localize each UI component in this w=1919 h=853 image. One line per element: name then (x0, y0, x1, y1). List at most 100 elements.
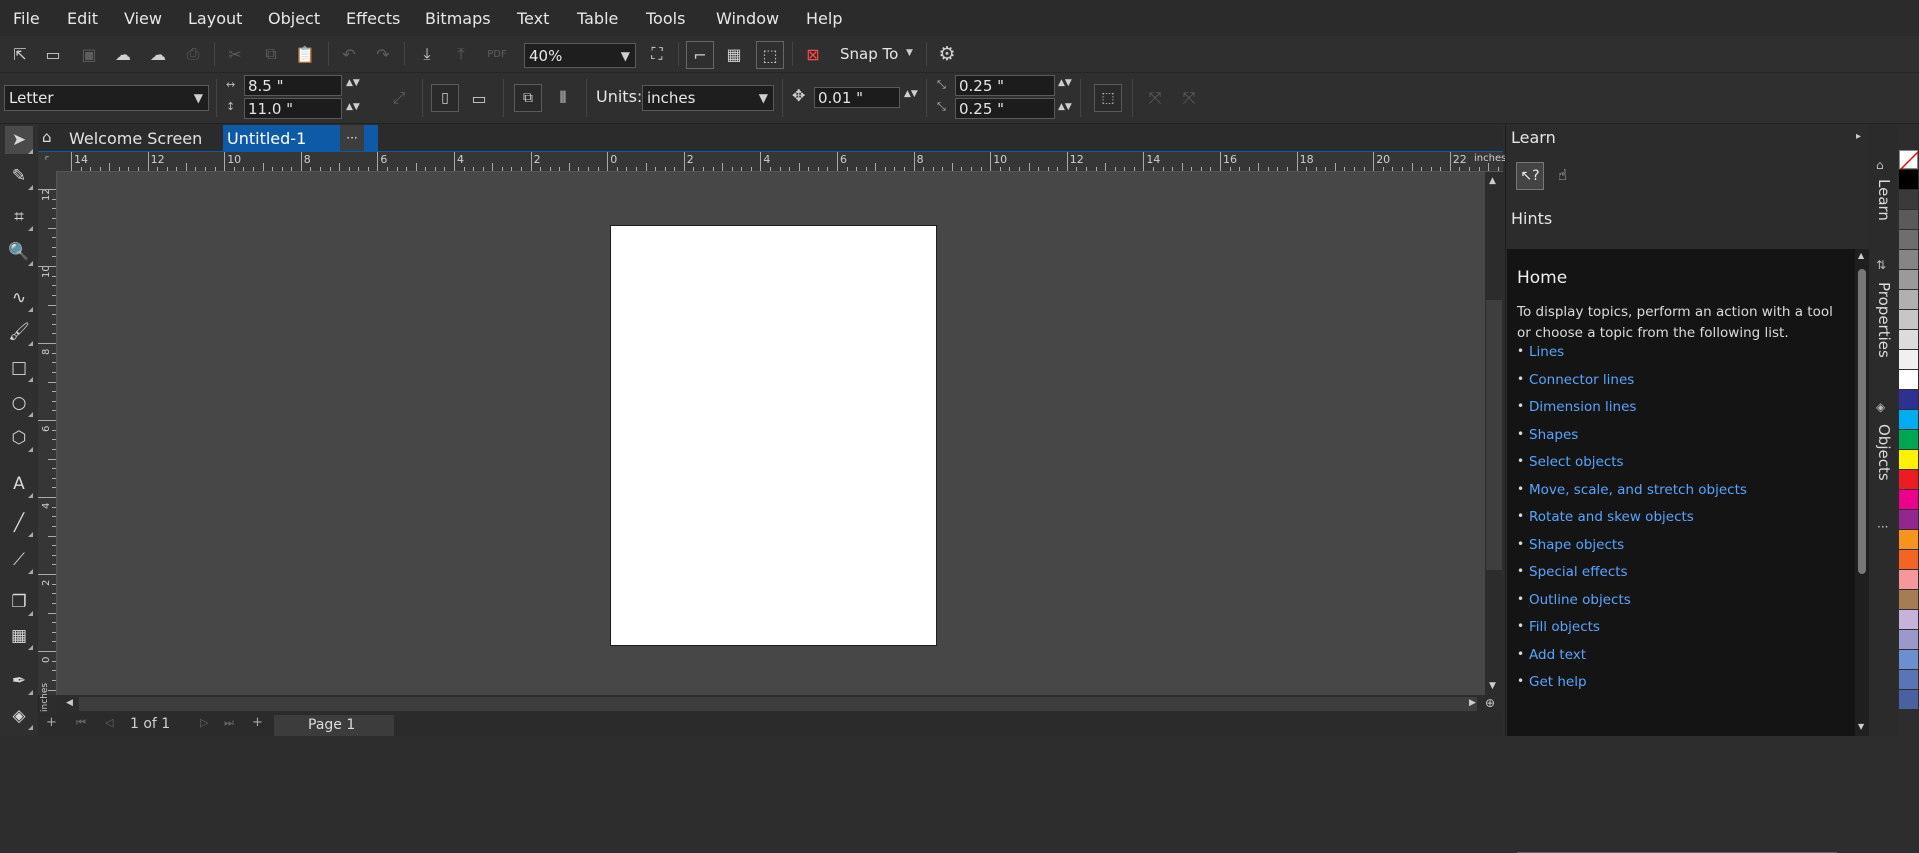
side-tab-learn[interactable]: Learn (1875, 179, 1893, 221)
polygon-tool-icon[interactable]: ⬡ (5, 424, 33, 452)
save-icon[interactable]: ▣ (76, 41, 102, 67)
tab-welcome-screen[interactable]: Welcome Screen (69, 129, 202, 148)
topic-link[interactable]: Select objects (1529, 454, 1624, 470)
color-swatch[interactable] (1899, 330, 1918, 349)
no-color-swatch[interactable] (1899, 150, 1919, 170)
side-tab-objects[interactable]: Objects (1875, 424, 1893, 481)
scroll-right-icon[interactable]: ▶ (1469, 698, 1476, 708)
color-swatch[interactable] (1899, 670, 1918, 689)
page-tab[interactable]: Page 1 (274, 715, 394, 736)
menu-object[interactable]: Object (268, 9, 320, 28)
menu-window[interactable]: Window (716, 9, 779, 28)
vertical-ruler[interactable]: 12 10 8 6 4 2 0 (38, 171, 57, 695)
color-swatch[interactable] (1899, 230, 1918, 249)
snap-settings-icon[interactable]: ⤧ (1142, 85, 1168, 111)
vertical-scrollbar[interactable]: ▲ ▼ (1485, 172, 1503, 695)
topic-link[interactable]: Rotate and skew objects (1529, 509, 1694, 525)
snap-to-dropdown[interactable]: Snap To (840, 45, 898, 63)
page-border-icon[interactable]: ⬚ (1094, 84, 1122, 112)
home-icon[interactable]: ⌂ (42, 128, 52, 146)
artistic-media-tool-icon[interactable]: 🖌 (5, 318, 33, 346)
hints-icon[interactable]: ↖? (1516, 162, 1544, 190)
menu-layout[interactable]: Layout (188, 9, 242, 28)
transparency-tool-icon[interactable]: ▦ (5, 622, 33, 650)
cloud-download-icon[interactable]: ☁ (110, 41, 136, 67)
show-rulers-icon[interactable]: ⌐ (686, 41, 714, 69)
color-swatch[interactable] (1899, 510, 1918, 529)
ellipse-tool-icon[interactable]: ○ (5, 389, 33, 417)
horizontal-scrollbar[interactable]: ◀ ▶ ⊕ (57, 695, 1503, 713)
menu-bitmaps[interactable]: Bitmaps (425, 9, 491, 28)
page-width-field[interactable]: 8.5 " (244, 75, 342, 96)
color-swatch[interactable] (1899, 590, 1918, 609)
color-swatch[interactable] (1899, 250, 1918, 269)
docker-collapse-icon[interactable]: ▸ (1856, 131, 1861, 142)
duplicate-y-spinner[interactable]: ▲▼ (1058, 103, 1072, 112)
topic-link[interactable]: Move, scale, and stretch objects (1529, 482, 1747, 498)
tutorials-icon[interactable]: ☝ (1558, 166, 1567, 184)
height-spinner[interactable]: ▲▼ (346, 103, 360, 112)
color-swatch[interactable] (1899, 470, 1918, 489)
horizontal-ruler[interactable]: 14 12 10 8 6 4 2 0 2 4 6 8 10 12 14 16 18 20 22 (56, 152, 1503, 172)
copy-icon[interactable]: ⧉ (258, 41, 284, 67)
color-swatch[interactable] (1899, 550, 1918, 569)
next-page-icon[interactable]: ▷ (200, 716, 208, 729)
menu-file[interactable]: File (13, 9, 40, 28)
drop-shadow-tool-icon[interactable]: ❐ (5, 588, 33, 616)
color-swatch[interactable] (1899, 530, 1918, 549)
scroll-down-icon[interactable]: ▼ (1489, 681, 1496, 691)
current-page-size-icon[interactable]: ⫴ (550, 85, 576, 111)
treat-as-filled-icon[interactable]: ⤧ (1176, 85, 1202, 111)
import-icon[interactable]: ⤓ (414, 41, 440, 67)
color-swatch[interactable] (1899, 690, 1918, 709)
paste-icon[interactable]: 📋 (292, 41, 318, 67)
units-select[interactable]: inches ▼ (642, 85, 774, 111)
zoom-navigator-icon[interactable]: ⊕ (1485, 696, 1495, 710)
freehand-tool-icon[interactable]: ∿ (5, 284, 33, 312)
menu-edit[interactable]: Edit (67, 9, 98, 28)
width-spinner[interactable]: ▲▼ (346, 79, 360, 88)
cut-icon[interactable]: ✂ (222, 41, 248, 67)
color-swatch[interactable] (1899, 270, 1918, 289)
full-screen-preview-icon[interactable]: ⛶ (644, 41, 670, 67)
topic-link[interactable]: Special effects (1529, 564, 1628, 580)
all-pages-icon[interactable]: ⤢ (386, 85, 412, 111)
color-swatch[interactable] (1899, 310, 1918, 329)
docker-scrollbar[interactable]: ▲ ▼ (1855, 249, 1870, 736)
options-gear-icon[interactable]: ⚙ (934, 41, 960, 67)
topic-link[interactable]: Dimension lines (1529, 399, 1636, 415)
color-swatch[interactable] (1899, 650, 1918, 669)
topic-link[interactable]: Get help (1529, 674, 1587, 690)
show-guidelines-icon[interactable]: ⬚ (756, 41, 784, 69)
vertical-scroll-thumb[interactable] (1486, 300, 1502, 570)
docker-scroll-thumb[interactable] (1858, 269, 1866, 574)
zoom-level-combo[interactable]: 40% ▼ (524, 43, 636, 68)
topic-link[interactable]: Outline objects (1529, 592, 1631, 608)
topic-link[interactable]: Lines (1529, 344, 1564, 360)
color-swatch[interactable] (1899, 370, 1918, 389)
text-tool-icon[interactable]: A (5, 470, 33, 498)
parallel-dimension-tool-icon[interactable]: ╱ (5, 509, 33, 537)
add-page-icon[interactable]: + (46, 715, 57, 730)
nudge-distance-field[interactable]: 0.01 " (814, 87, 900, 108)
topic-link[interactable]: Shapes (1529, 427, 1578, 443)
all-pages-size-icon[interactable]: ⧉ (514, 84, 542, 112)
menu-help[interactable]: Help (806, 9, 842, 28)
interactive-fill-tool-icon[interactable]: ◈ (5, 702, 33, 730)
page-size-select[interactable]: Letter ▼ (4, 85, 209, 111)
duplicate-distance-y-field[interactable]: 0.25 " (955, 98, 1055, 119)
color-swatch[interactable] (1899, 190, 1918, 209)
undo-icon[interactable]: ↶ (336, 41, 362, 67)
crop-tool-icon[interactable]: ⌗ (5, 203, 33, 231)
print-icon[interactable]: ⎙ (180, 41, 206, 67)
zoom-tool-icon[interactable]: 🔍 (5, 238, 33, 266)
rectangle-tool-icon[interactable]: □ (5, 354, 33, 382)
scroll-up-icon[interactable]: ▲ (1858, 251, 1864, 260)
topic-link[interactable]: Shape objects (1529, 537, 1624, 553)
connector-tool-icon[interactable]: ⟋ (5, 546, 33, 574)
scroll-left-icon[interactable]: ◀ (66, 698, 73, 708)
new-document-icon[interactable]: ⇱ (7, 41, 33, 67)
color-swatch[interactable] (1899, 290, 1918, 309)
show-grid-icon[interactable]: ▦ (721, 41, 747, 67)
color-swatch[interactable] (1899, 350, 1918, 369)
